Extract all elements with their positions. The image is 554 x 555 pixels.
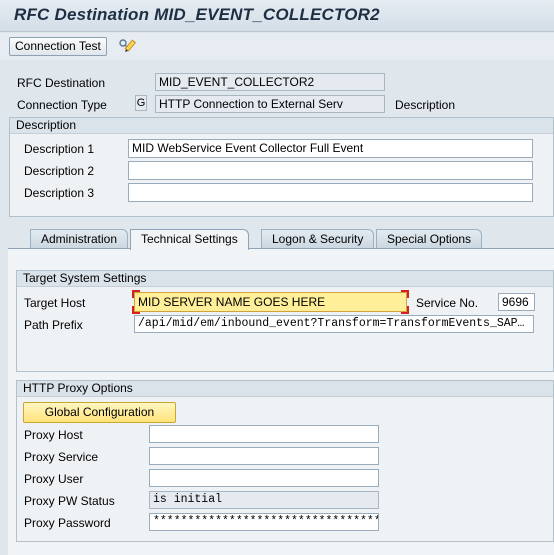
tab-strip: Administration Technical Settings Logon … [8,229,554,250]
service-no-label: Service No. [416,296,479,310]
description3-label: Description 3 [24,186,95,200]
tab-logon-security[interactable]: Logon & Security [261,229,375,249]
proxy-user-input[interactable] [149,469,379,487]
description2-input[interactable] [128,161,533,180]
service-no-input[interactable]: 9696 [498,293,535,311]
highlight-corner [401,306,409,314]
global-configuration-button[interactable]: Global Configuration [23,402,176,423]
tab-technical-settings[interactable]: Technical Settings [130,229,249,250]
description3-input[interactable] [128,183,533,202]
description1-input[interactable]: MID WebService Event Collector Full Even… [128,139,533,158]
edit-pencil-icon[interactable] [118,37,138,55]
title-bar: RFC Destination MID_EVENT_COLLECTOR2 [0,0,554,32]
proxy-service-input[interactable] [149,447,379,465]
proxy-user-label: Proxy User [24,472,84,486]
highlight-corner [132,306,140,314]
proxy-service-label: Proxy Service [24,450,99,464]
highlight-corner [401,290,409,298]
path-prefix-input[interactable]: /api/mid/em/inbound_event?Transform=Tran… [134,315,534,333]
proxy-password-label: Proxy Password [24,516,111,530]
highlight-corner [132,290,140,298]
connection-type-code: G [135,95,147,111]
description1-label: Description 1 [24,142,95,156]
proxy-pw-status-field: is initial [149,491,379,509]
proxy-group-title: HTTP Proxy Options [17,381,553,397]
proxy-host-input[interactable] [149,425,379,443]
target-host-label: Target Host [24,296,86,310]
proxy-pw-status-label: Proxy PW Status [24,494,115,508]
description2-label: Description 2 [24,164,95,178]
rfc-destination-field: MID_EVENT_COLLECTOR2 [155,73,385,91]
proxy-password-input[interactable]: ********************************* [149,513,379,531]
target-host-input[interactable]: MID SERVER NAME GOES HERE [134,292,407,312]
rfc-destination-label: RFC Destination [17,76,106,90]
target-system-group-title: Target System Settings [17,271,553,287]
tab-administration[interactable]: Administration [30,229,129,249]
connection-type-label: Connection Type [17,98,107,112]
window-title: RFC Destination MID_EVENT_COLLECTOR2 [14,5,380,24]
connection-type-field: HTTP Connection to External Serv [155,95,385,113]
description-group-title: Description [10,118,553,134]
proxy-host-label: Proxy Host [24,428,83,442]
connection-type-description-label: Description [395,98,456,112]
connection-test-button[interactable]: Connection Test [9,37,107,56]
tab-special-options[interactable]: Special Options [376,229,483,249]
path-prefix-label: Path Prefix [24,318,83,332]
